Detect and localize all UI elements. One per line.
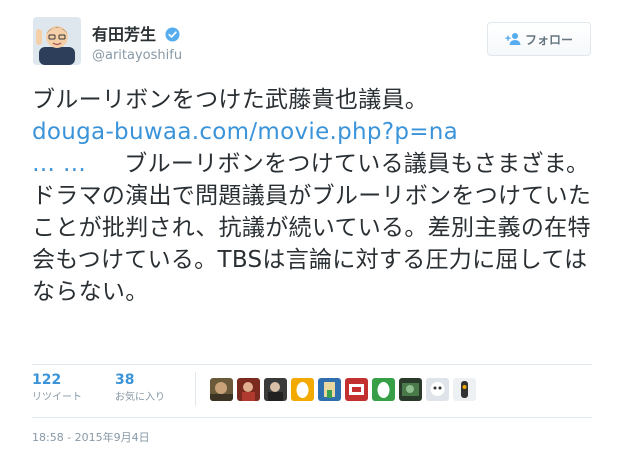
tweet-text-body: ブルーリボンをつけている議員もさまざま。ドラマの演出で問題議員がブルーリボンをつ…: [32, 151, 592, 305]
favorite-label: お気に入り: [115, 392, 165, 403]
favorite-count: 38: [115, 372, 135, 388]
favorited-by-avatars: [210, 378, 476, 401]
display-name[interactable]: 有田芳生: [92, 25, 156, 45]
favoriter-avatar[interactable]: [237, 378, 260, 401]
stats-top-divider: [32, 364, 592, 365]
follow-button-label: フォロー: [524, 32, 573, 47]
tweet-link[interactable]: douga-buwaa.com/movie.php?p=na: [32, 119, 458, 145]
favoriter-avatar[interactable]: [345, 378, 368, 401]
favoriter-avatar[interactable]: [426, 378, 449, 401]
tweet-text-line1: ブルーリボンをつけた武藤貴也議員。: [32, 87, 429, 113]
retweet-stat[interactable]: 122 リツイート: [32, 372, 82, 405]
favorite-stat[interactable]: 38 お気に入り: [115, 372, 165, 405]
favoriter-avatar[interactable]: [318, 378, 341, 401]
timestamp-divider: [32, 417, 592, 418]
favoriter-avatar[interactable]: [399, 378, 422, 401]
favoriter-avatar[interactable]: [453, 378, 476, 401]
favoriter-avatar[interactable]: [210, 378, 233, 401]
favoriter-avatar[interactable]: [264, 378, 287, 401]
favoriter-avatar[interactable]: [291, 378, 314, 401]
retweet-count: 122: [32, 372, 62, 388]
tweet-text: ブルーリボンをつけた武藤貴也議員。 douga-buwaa.com/movie.…: [32, 84, 592, 308]
verified-badge-icon: [165, 27, 180, 42]
retweet-label: リツイート: [32, 392, 82, 403]
tweet-link-ellipsis[interactable]: … …: [32, 151, 86, 177]
follow-button[interactable]: フォロー: [487, 22, 591, 56]
add-user-icon: [505, 33, 521, 45]
screen-name[interactable]: @aritayoshifu: [92, 47, 182, 65]
avatar-image: [33, 17, 81, 65]
user-info: 有田芳生 @aritayoshifu: [92, 24, 182, 65]
user-avatar[interactable]: [33, 17, 81, 65]
tweet-timestamp[interactable]: 18:58 - 2015年9月4日: [32, 429, 150, 445]
stats-separator: [195, 372, 196, 406]
favoriter-avatar[interactable]: [372, 378, 395, 401]
